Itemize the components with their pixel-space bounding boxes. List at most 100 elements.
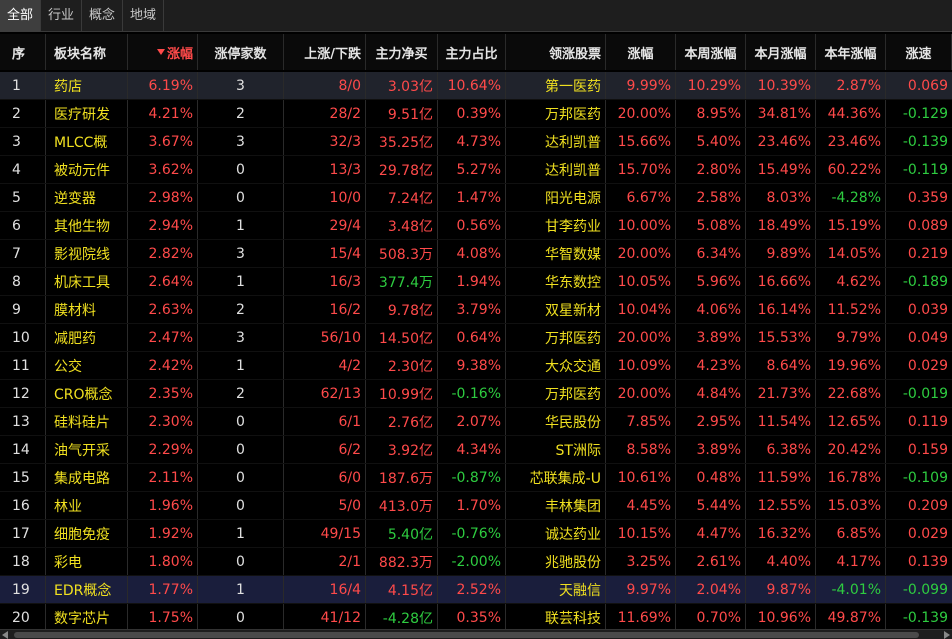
table-row[interactable]: 5 逆变器 2.98% 0 10/0 7.24亿 1.47% 阳光电源 6.67% 2.58% 8.…: [0, 184, 952, 212]
table-row[interactable]: 7 影视院线 2.82% 3 15/4 508.3万 4.08% 华智数媒 20.00% 6.34…: [0, 240, 952, 268]
cell-leading-stock: 达利凯普: [506, 156, 606, 183]
cell-leading-stock: 甘李药业: [506, 212, 606, 239]
table-row[interactable]: 19 EDR概念 1.77% 1 16/4 4.15亿 2.52% 天融信 9.97% 2.04%…: [0, 576, 952, 604]
cell-main-ratio: 9.38%: [438, 352, 506, 379]
table-row[interactable]: 15 集成电路 2.11% 0 6/0 187.6万 -0.87% 芯联集成-U 10.61% 0…: [0, 464, 952, 492]
cell-main-ratio: -0.16%: [438, 380, 506, 407]
cell-limit-up-count: 0: [198, 548, 284, 575]
header-main-ratio[interactable]: 主力占比: [438, 34, 506, 70]
cell-main-net-buy: 377.4万: [366, 268, 438, 295]
cell-stock-change: 10.61%: [606, 464, 676, 491]
table-row[interactable]: 8 机床工具 2.64% 1 16/3 377.4万 1.94% 华东数控 10.05% 5.96…: [0, 268, 952, 296]
cell-main-ratio: 2.52%: [438, 576, 506, 603]
tab-concept[interactable]: 概念: [82, 0, 124, 32]
cell-week-change: 0.70%: [676, 604, 746, 631]
cell-sector-name: 影视院线: [46, 240, 128, 267]
header-year-change[interactable]: 本年涨幅: [816, 34, 886, 70]
cell-month-change: 4.40%: [746, 548, 816, 575]
header-stock-change[interactable]: 涨幅: [606, 34, 676, 70]
header-index[interactable]: 序: [0, 34, 46, 70]
cell-limit-up-count: 2: [198, 380, 284, 407]
cell-main-ratio: 4.34%: [438, 436, 506, 463]
cell-month-change: 9.87%: [746, 576, 816, 603]
header-leading-stock[interactable]: 领涨股票: [506, 34, 606, 70]
header-change-pct[interactable]: 涨幅: [128, 34, 198, 70]
cell-main-ratio: 1.47%: [438, 184, 506, 211]
cell-sector-name: 公交: [46, 352, 128, 379]
cell-main-ratio: -0.87%: [438, 464, 506, 491]
cell-main-ratio: 0.64%: [438, 324, 506, 351]
table-row[interactable]: 4 被动元件 3.62% 0 13/3 29.78亿 5.27% 达利凯普 15.70% 2.80…: [0, 156, 952, 184]
header-speed[interactable]: 涨速: [886, 34, 952, 70]
header-main-net-buy[interactable]: 主力净买: [366, 34, 438, 70]
table-row[interactable]: 12 CRO概念 2.35% 2 62/13 10.99亿 -0.16% 万邦医药 20.00%…: [0, 380, 952, 408]
tab-all[interactable]: 全部: [0, 0, 42, 32]
cell-limit-up-count: 0: [198, 156, 284, 183]
table-row[interactable]: 10 减肥药 2.47% 3 56/10 14.50亿 0.64% 万邦医药 20.00% 3.8…: [0, 324, 952, 352]
table-row[interactable]: 16 林业 1.96% 0 5/0 413.0万 1.70% 丰林集团 4.45% 5.44% 12…: [0, 492, 952, 520]
cell-month-change: 16.32%: [746, 520, 816, 547]
table-row[interactable]: 13 硅料硅片 2.30% 0 6/1 2.76亿 2.07% 华民股份 7.85% 2.95% 1…: [0, 408, 952, 436]
cell-limit-up-count: 1: [198, 352, 284, 379]
cell-month-change: 10.39%: [746, 72, 816, 99]
table-row[interactable]: 18 彩电 1.80% 0 2/1 882.3万 -2.00% 兆驰股份 3.25% 2.61% 4…: [0, 548, 952, 576]
sort-desc-icon: [156, 49, 165, 55]
cell-index: 20: [0, 604, 46, 631]
table-row[interactable]: 9 膜材料 2.63% 2 16/2 9.78亿 3.79% 双星新材 10.04% 4.06% 1…: [0, 296, 952, 324]
table-row[interactable]: 1 药店 6.19% 3 8/0 3.03亿 10.64% 第一医药 9.99% 10.29% 10…: [0, 72, 952, 100]
table-row[interactable]: 11 公交 2.42% 1 4/2 2.30亿 9.38% 大众交通 10.09% 4.23% 8.…: [0, 352, 952, 380]
header-week-change[interactable]: 本周涨幅: [676, 34, 746, 70]
scroll-left-arrow-icon[interactable]: [2, 631, 8, 639]
table-row[interactable]: 2 医疗研发 4.21% 2 28/2 9.51亿 0.39% 万邦医药 20.00% 8.95%…: [0, 100, 952, 128]
cell-month-change: 8.03%: [746, 184, 816, 211]
cell-week-change: 5.44%: [676, 492, 746, 519]
cell-month-change: 34.81%: [746, 100, 816, 127]
cell-up-down: 16/2: [284, 296, 366, 323]
cell-year-change: 23.46%: [816, 128, 886, 155]
category-tab-bar: 全部 行业 概念 地域: [0, 0, 952, 32]
scroll-right-arrow-icon[interactable]: [944, 631, 950, 639]
cell-sector-name: 被动元件: [46, 156, 128, 183]
cell-month-change: 21.73%: [746, 380, 816, 407]
header-up-down[interactable]: 上涨/下跌: [284, 34, 366, 70]
cell-up-down: 28/2: [284, 100, 366, 127]
table-row[interactable]: 17 细胞免疫 1.92% 1 49/15 5.40亿 -0.76% 诚达药业 10.15% 4.…: [0, 520, 952, 548]
tab-region[interactable]: 地域: [123, 0, 165, 32]
cell-sector-name: 硅料硅片: [46, 408, 128, 435]
cell-month-change: 16.14%: [746, 296, 816, 323]
cell-main-net-buy: 3.48亿: [366, 212, 438, 239]
cell-speed: -0.139: [902, 609, 948, 626]
cell-limit-up-count: 0: [198, 184, 284, 211]
cell-index: 4: [0, 156, 46, 183]
cell-speed: 0.029: [907, 525, 948, 542]
cell-year-change: 16.78%: [816, 464, 886, 491]
table-row[interactable]: 6 其他生物 2.94% 1 29/4 3.48亿 0.56% 甘李药业 10.00% 5.08%…: [0, 212, 952, 240]
cell-year-change: 9.79%: [816, 324, 886, 351]
cell-main-net-buy: 413.0万: [366, 492, 438, 519]
cell-change-pct: 2.63%: [128, 296, 198, 323]
cell-index: 14: [0, 436, 46, 463]
cell-main-net-buy: 4.15亿: [366, 576, 438, 603]
cell-stock-change: 11.69%: [606, 604, 676, 631]
cell-limit-up-count: 3: [198, 324, 284, 351]
cell-speed: -0.129: [902, 105, 948, 122]
cell-change-pct: 2.47%: [128, 324, 198, 351]
horizontal-scrollbar[interactable]: [0, 629, 952, 639]
scroll-thumb[interactable]: [14, 632, 919, 638]
header-month-change[interactable]: 本月涨幅: [746, 34, 816, 70]
cell-speed: 0.069: [907, 77, 948, 94]
cell-change-pct: 3.62%: [128, 156, 198, 183]
table-row[interactable]: 3 MLCC概 3.67% 3 32/3 35.25亿 4.73% 达利凯普 15.66% 5.4…: [0, 128, 952, 156]
table-row[interactable]: 20 数字芯片 1.75% 0 41/12 -4.28亿 0.35% 联芸科技 11.69% 0.…: [0, 604, 952, 632]
cell-change-pct: 1.96%: [128, 492, 198, 519]
cell-stock-change: 10.00%: [606, 212, 676, 239]
cell-speed: 0.039: [907, 301, 948, 318]
header-limit-up-count[interactable]: 涨停家数: [198, 34, 284, 70]
cell-main-net-buy: 35.25亿: [366, 128, 438, 155]
cell-year-change: 2.87%: [816, 72, 886, 99]
tab-industry[interactable]: 行业: [41, 0, 83, 32]
table-row[interactable]: 14 油气开采 2.29% 0 6/2 3.92亿 4.34% ST洲际 8.58% 3.89% 6…: [0, 436, 952, 464]
header-sector-name[interactable]: 板块名称: [46, 34, 128, 70]
cell-index: 8: [0, 268, 46, 295]
cell-month-change: 15.53%: [746, 324, 816, 351]
